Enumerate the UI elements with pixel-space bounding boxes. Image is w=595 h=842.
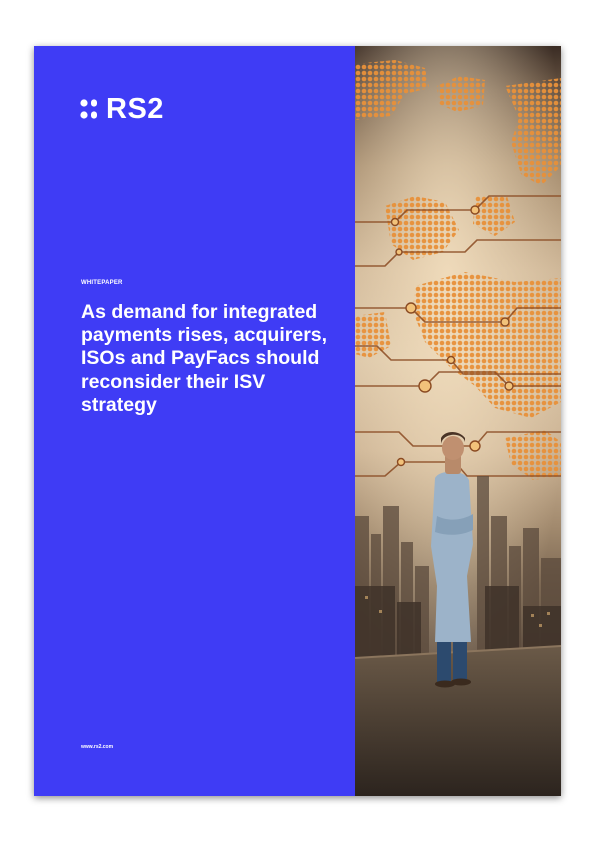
page-title: As demand for integrated payments rises,… <box>81 301 328 416</box>
cover-photo <box>355 46 561 796</box>
rs2-logo-icon <box>80 99 97 119</box>
brand-name: RS2 <box>106 93 164 125</box>
cover-panel: RS2 WHITEPAPER As demand for integrated … <box>34 46 355 796</box>
document-type-label: WHITEPAPER <box>81 280 123 286</box>
document-cover: RS2 WHITEPAPER As demand for integrated … <box>34 46 561 796</box>
city-skyline-photo-icon <box>355 46 561 796</box>
website-link[interactable]: www.rs2.com <box>81 744 113 750</box>
brand-logo: RS2 <box>79 93 164 125</box>
